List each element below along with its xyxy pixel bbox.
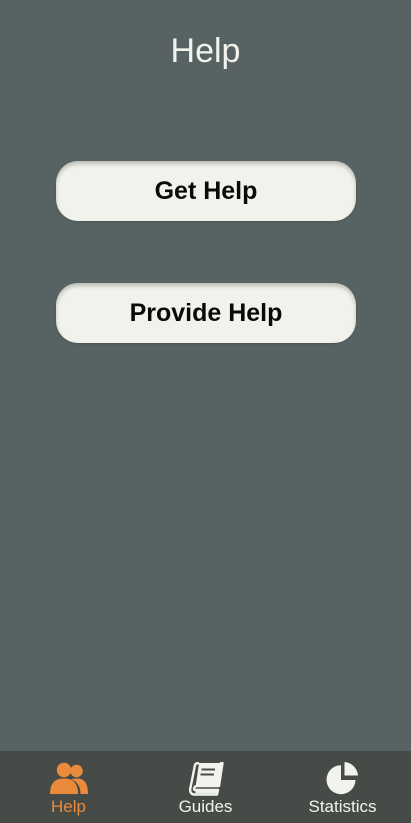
get-help-button[interactable]: Get Help [56,161,356,221]
nav-label-help: Help [51,797,86,816]
nav-item-statistics[interactable]: Statistics [274,751,411,823]
bottom-navigation: Help Guides Statistics [0,751,411,823]
nav-item-guides[interactable]: Guides [137,751,274,823]
provide-help-button[interactable]: Provide Help [56,283,356,343]
people-icon [49,762,88,794]
page-title: Help [170,32,241,70]
book-icon [188,762,224,796]
nav-label-statistics: Statistics [308,797,377,816]
nav-label-guides: Guides [178,797,233,816]
pie-chart-icon [326,762,358,795]
nav-item-help[interactable]: Help [0,751,137,823]
